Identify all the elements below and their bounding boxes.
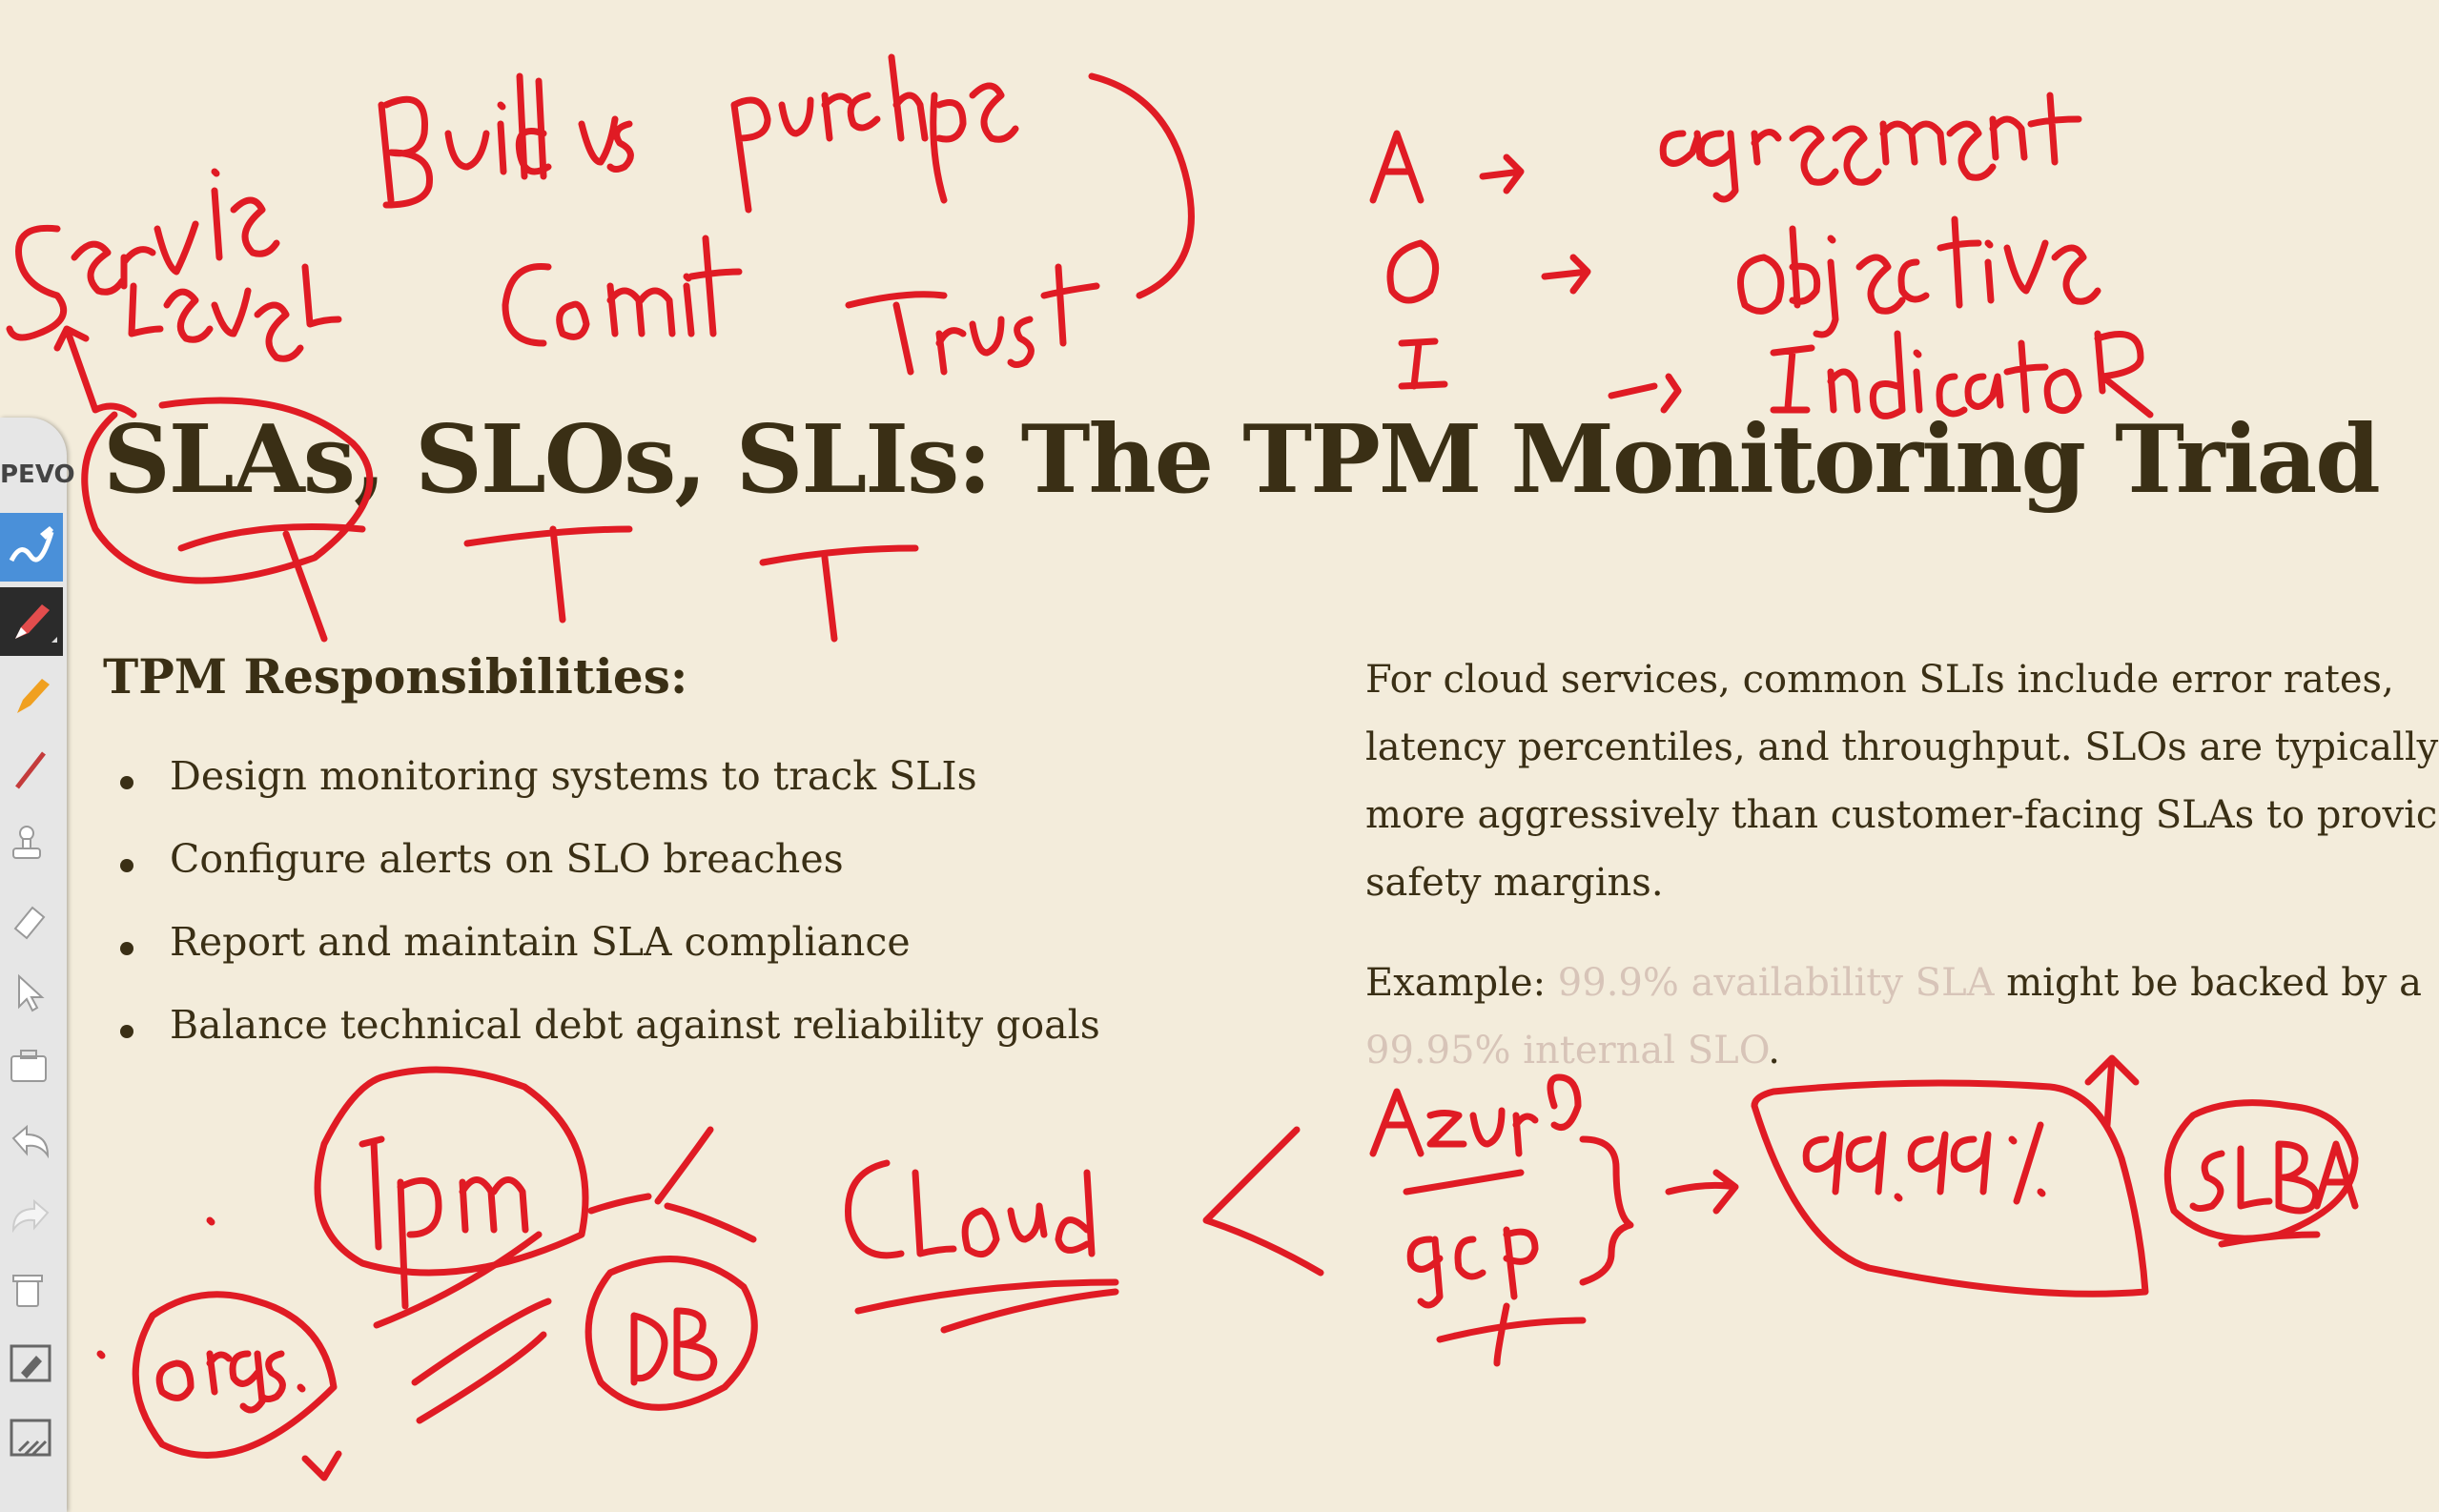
toolbox-tool-button[interactable]: [0, 1033, 63, 1102]
ink-letter-a: [1369, 130, 1424, 204]
highlighter-icon: [17, 679, 50, 713]
ink-service: [6, 168, 280, 341]
ink-letter-i: [1398, 337, 1448, 390]
ink-check: [301, 1450, 342, 1481]
ink-arrow-o: [1541, 254, 1591, 295]
ink-arrow-brace: [1665, 1169, 1739, 1215]
ink-t-slo: [463, 525, 633, 623]
ink-level: [128, 263, 342, 362]
highlighter-tool-button[interactable]: [0, 662, 63, 730]
ink-circle-slas: [81, 397, 374, 584]
ink-dot: [96, 1216, 215, 1359]
ink-indicator: [1770, 330, 2154, 419]
ink-sla-text: [2189, 1140, 2359, 1215]
ink-orgs-text: [155, 1350, 306, 1414]
ink-db-text: [630, 1307, 718, 1386]
redo-button[interactable]: [0, 1182, 63, 1251]
marker-tool-button[interactable]: [0, 513, 63, 582]
ink-tpm-bubble: [314, 1066, 589, 1277]
line-tool-button[interactable]: [0, 736, 63, 805]
ink-tpm-link: [587, 1126, 757, 1243]
whiteboard-icon: [10, 1344, 51, 1382]
trash-icon: [12, 1275, 43, 1307]
pen-icon: [15, 604, 57, 643]
ink-trust: [845, 263, 1100, 376]
ink-tpm-text: [359, 1135, 529, 1310]
redo-icon: [11, 1198, 50, 1234]
ink-t-sli: [759, 544, 919, 643]
ink-bracket: [1088, 72, 1195, 299]
ink-gcp-underline: [1436, 1302, 1587, 1367]
ink-agreement: [1659, 92, 2082, 203]
ink-cloud-underline: [854, 1278, 1119, 1334]
ink-brace: [1579, 1135, 1634, 1286]
trash-button[interactable]: [0, 1257, 63, 1325]
screen-draw-button[interactable]: [0, 1405, 63, 1474]
screen-draw-icon: [10, 1419, 51, 1457]
ink-db-bubble: [584, 1256, 758, 1411]
undo-icon: [11, 1124, 50, 1159]
stamp-tool-button[interactable]: [0, 810, 63, 879]
whiteboard-button[interactable]: [0, 1331, 63, 1400]
ink-9999-text: [1802, 1121, 2046, 1205]
ink-build: [378, 72, 552, 209]
toolbox-icon: [10, 1050, 47, 1082]
ink-arrow-a: [1479, 153, 1525, 194]
ink-less-than: [1202, 1126, 1324, 1277]
ink-arrow-level: [53, 325, 137, 419]
ink-objective: [1737, 215, 2101, 338]
eraser-icon: [13, 906, 46, 940]
ink-letter-o: [1386, 239, 1440, 304]
pointer-icon: [18, 973, 45, 1012]
stamp-icon: [12, 826, 41, 859]
ink-arrow-i: [1608, 373, 1682, 414]
line-icon: [15, 751, 46, 789]
marker-icon: [9, 526, 54, 562]
toolbar-brand: PEVO: [0, 460, 75, 489]
eraser-tool-button[interactable]: [0, 885, 63, 953]
ink-azure-underline: [1403, 1169, 1525, 1195]
pen-tool-button[interactable]: [0, 587, 63, 656]
pointer-tool-button[interactable]: [0, 959, 63, 1028]
ink-purchase: [730, 53, 1019, 214]
ink-box-9999: [1751, 1079, 2149, 1297]
ink-azure: [1369, 1073, 1582, 1157]
undo-button[interactable]: [0, 1108, 63, 1176]
ink-cloud: [845, 1159, 1096, 1259]
ink-commit: [502, 235, 743, 347]
annotation-toolbar: PEVO: [0, 418, 75, 1512]
ink-annotations: [6, 53, 2359, 1481]
ink-gcp: [1406, 1226, 1539, 1309]
ink-vs: [578, 115, 634, 173]
